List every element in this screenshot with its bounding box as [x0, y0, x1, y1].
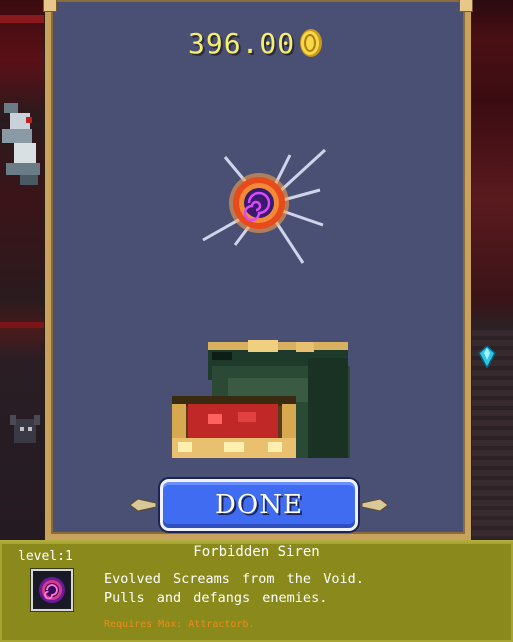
description-line-1: Evolved Screams from the Void. — [104, 571, 364, 587]
done-button-label: DONE — [215, 490, 303, 520]
gold-counter: 396.00 — [188, 26, 323, 60]
background-gargoyle-sprite — [10, 415, 40, 443]
description-line-2: Pulls and defangs enemies. — [104, 590, 328, 606]
gold-coin-icon — [300, 29, 323, 57]
background-banner — [0, 15, 46, 23]
background-banner-lower — [0, 322, 46, 328]
background-left-scene — [0, 0, 50, 540]
weapon-requirement: Requires Max: Attractorb. — [104, 619, 255, 630]
experience-gem-icon — [478, 346, 496, 368]
treasure-chest-icon — [172, 340, 350, 458]
done-button[interactable]: DONE — [160, 479, 358, 531]
void-orb-icon — [202, 148, 327, 264]
weapon-icon-frame — [31, 569, 73, 611]
void-orb-small-icon — [39, 577, 65, 603]
weapon-description: Evolved Screams from the Void. Pulls and… — [104, 570, 364, 608]
arrow-right-icon — [362, 498, 388, 512]
weapon-name: Forbidden Siren — [193, 544, 320, 560]
background-demon-sprite — [2, 103, 40, 185]
arrow-left-icon — [130, 498, 156, 512]
item-info-panel: level:1 Forbidden Siren Evolved Screams … — [0, 540, 513, 642]
gold-amount: 396.00 — [188, 26, 296, 60]
